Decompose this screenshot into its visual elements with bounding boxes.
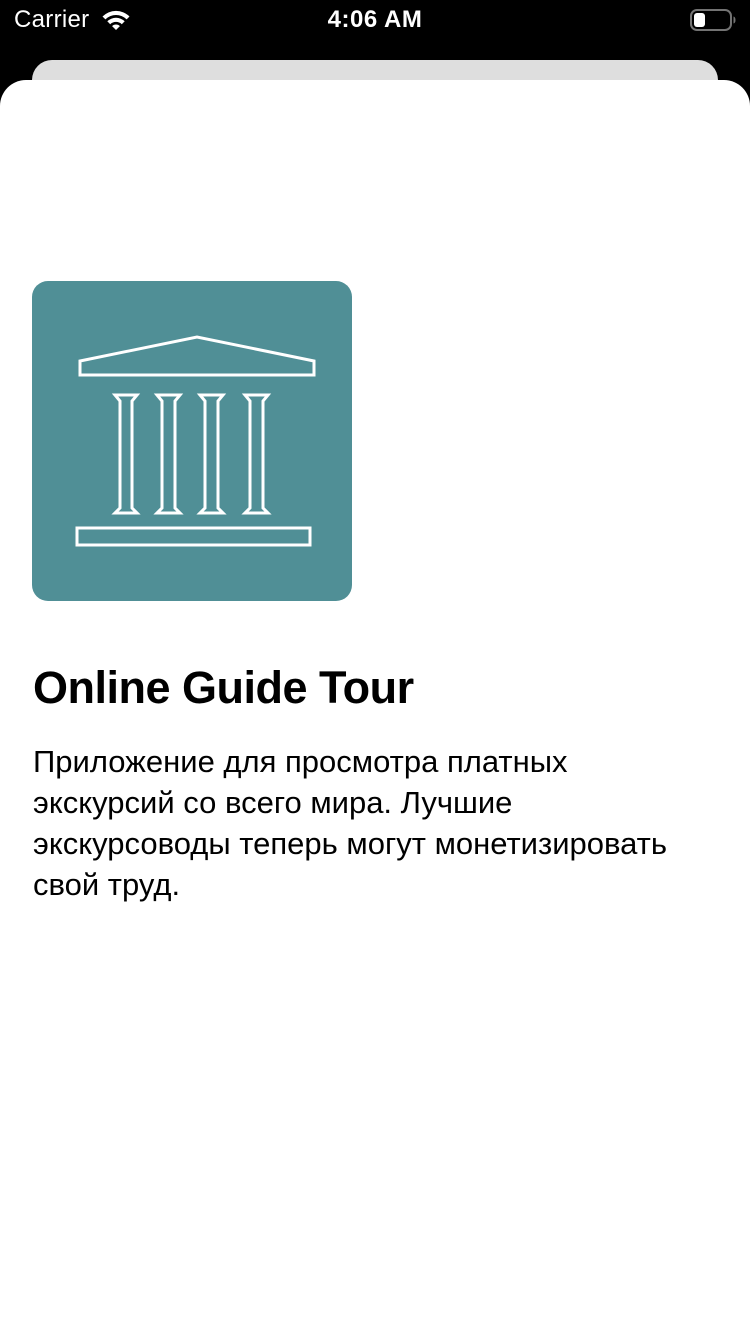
modal-sheet: Online Guide Tour Приложение для просмот… (0, 80, 750, 1334)
app-description: Приложение для просмотра платных экскурс… (33, 744, 668, 902)
battery-icon (690, 9, 736, 31)
museum-columns-icon (32, 281, 352, 601)
app-title: Online Guide Tour (33, 662, 414, 713)
status-time: 4:06 AM (327, 6, 423, 33)
status-bar: Carrier 4:06 AM (0, 0, 750, 40)
